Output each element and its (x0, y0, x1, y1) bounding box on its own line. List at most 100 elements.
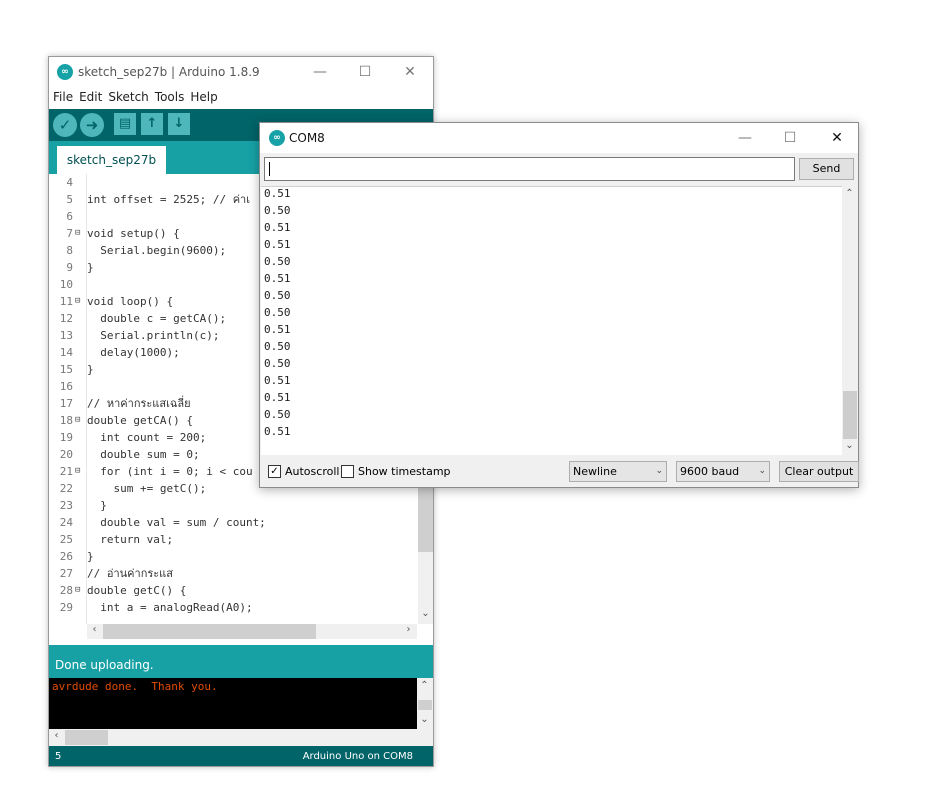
line-number: 7 (66, 227, 73, 240)
menu-sketch[interactable]: Sketch (104, 87, 150, 104)
line-number: 24 (59, 516, 73, 529)
line-number: 17 (59, 397, 73, 410)
serial-output[interactable]: 0.51 0.50 0.51 0.51 0.50 0.51 0.50 0.50 0.51 0.50… (261, 186, 842, 455)
output-scroll-thumb[interactable] (843, 391, 857, 439)
output-line: 0.50 (264, 204, 291, 217)
console-vertical-scrollbar[interactable]: ⌃ ⌄ (417, 678, 433, 729)
output-line: 0.50 (264, 357, 291, 370)
line-number: 12 (59, 312, 73, 325)
code-text: } (87, 499, 107, 512)
close-icon[interactable]: ✕ (822, 127, 852, 149)
line-number: 28 (59, 584, 73, 597)
verify-icon[interactable]: ✓ (53, 113, 77, 137)
status-message: Done uploading. (55, 658, 154, 672)
monitor-titlebar[interactable]: ∞ COM8 — ☐ ✕ (260, 123, 858, 153)
console-scroll-up-icon[interactable]: ⌃ (417, 680, 432, 691)
line-number: 5 (55, 751, 62, 762)
line-number: 8 (66, 244, 73, 257)
ide-bottom-bar: 5 Arduino Uno on COM8 (49, 746, 433, 766)
output-vertical-scrollbar[interactable]: ⌃ ⌄ (842, 186, 858, 455)
menu-tools[interactable]: Tools (151, 87, 187, 104)
line-number: 13 (59, 329, 73, 342)
output-line: 0.50 (264, 408, 291, 421)
code-line: 29 int a = analogRead(A0); (49, 599, 418, 616)
menu-help[interactable]: Help (186, 87, 219, 104)
baud-rate-select[interactable]: 9600 baud ⌄ (676, 461, 770, 482)
line-number: 10 (59, 278, 73, 291)
code-line: 25 return val; (49, 531, 418, 548)
fold-toggle-icon[interactable]: ⊟ (75, 463, 80, 480)
console-scroll-thumb[interactable] (418, 700, 432, 710)
arduino-logo-icon: ∞ (57, 64, 73, 80)
line-number: 6 (66, 210, 73, 223)
fold-toggle-icon[interactable]: ⊟ (75, 582, 80, 599)
serial-monitor-window: ∞ COM8 — ☐ ✕ Send 0.51 0.50 0.51 0.51 0.50 0.… (259, 122, 859, 488)
maximize-icon[interactable]: ☐ (350, 61, 380, 83)
arduino-logo-icon: ∞ (269, 130, 285, 146)
timestamp-label: Show timestamp (358, 465, 451, 478)
output-line: 0.51 (264, 272, 291, 285)
code-text: } (87, 261, 94, 274)
ide-titlebar[interactable]: ∞ sketch_sep27b | Arduino 1.8.9 — ☐ ✕ (49, 57, 433, 87)
code-text: double val = sum / count; (87, 516, 266, 529)
line-number: 25 (59, 533, 73, 546)
output-line: 0.51 (264, 187, 291, 200)
checkmark-icon: ✓ (270, 466, 279, 477)
maximize-icon[interactable]: ☐ (775, 127, 805, 149)
editor-hscroll-thumb[interactable] (103, 624, 316, 639)
minimize-icon[interactable]: — (305, 61, 335, 83)
clear-output-button[interactable]: Clear output (779, 461, 859, 482)
editor-horizontal-scrollbar[interactable]: ‹ › (87, 624, 417, 639)
menu-file[interactable]: File (49, 87, 75, 104)
line-number: 27 (59, 567, 73, 580)
line-ending-select[interactable]: Newline ⌄ (569, 461, 667, 482)
line-number: 14 (59, 346, 73, 359)
tab-sketch[interactable]: sketch_sep27b (57, 146, 166, 174)
output-line: 0.50 (264, 306, 291, 319)
new-sketch-icon[interactable]: ▤ (114, 113, 136, 135)
console-text: avrdude done. Thank you. (52, 680, 218, 693)
code-text: int offset = 2525; // ค่าเ (87, 193, 250, 206)
console-horizontal-scrollbar[interactable]: ‹ (49, 729, 433, 746)
console-hscroll-thumb[interactable] (65, 730, 108, 745)
baud-rate-value: 9600 baud (680, 465, 740, 478)
fold-toggle-icon[interactable]: ⊟ (75, 412, 80, 429)
minimize-icon[interactable]: — (730, 127, 760, 149)
autoscroll-checkbox[interactable]: ✓ (268, 465, 281, 478)
code-text: } (87, 550, 94, 563)
line-number: 16 (59, 380, 73, 393)
line-ending-value: Newline (573, 465, 617, 478)
code-text: double getCA() { (87, 414, 193, 427)
close-icon[interactable]: ✕ (395, 61, 425, 83)
scroll-up-icon[interactable]: ⌃ (842, 188, 857, 199)
upload-icon[interactable]: ➜ (80, 113, 104, 137)
menu-edit[interactable]: Edit (75, 87, 104, 104)
line-number: 26 (59, 550, 73, 563)
code-text: double c = getCA(); (87, 312, 227, 325)
line-number: 29 (59, 601, 73, 614)
scroll-down-icon[interactable]: ⌄ (418, 608, 433, 619)
open-sketch-icon[interactable]: ↑ (141, 113, 163, 135)
code-text: return val; (87, 533, 174, 546)
scroll-right-icon[interactable]: › (401, 624, 416, 635)
fold-toggle-icon[interactable]: ⊟ (75, 225, 80, 242)
line-number: 11 (59, 295, 73, 308)
timestamp-checkbox[interactable] (341, 465, 354, 478)
line-number: 20 (59, 448, 73, 461)
code-text: delay(1000); (87, 346, 180, 359)
scroll-left-icon[interactable]: ‹ (87, 624, 102, 635)
output-line: 0.51 (264, 391, 291, 404)
console-output[interactable]: avrdude done. Thank you. (49, 678, 417, 729)
scroll-down-icon[interactable]: ⌄ (842, 440, 857, 451)
line-number: 9 (66, 261, 73, 274)
send-button[interactable]: Send (799, 158, 854, 180)
save-sketch-icon[interactable]: ↓ (168, 113, 190, 135)
code-text: void loop() { (87, 295, 174, 308)
console-scroll-left-icon[interactable]: ‹ (49, 730, 64, 741)
monitor-bottom-bar: ✓ Autoscroll Show timestamp Newline ⌄ 96… (260, 456, 859, 487)
output-line: 0.50 (264, 255, 291, 268)
console-scroll-down-icon[interactable]: ⌄ (417, 714, 432, 725)
serial-send-input[interactable] (264, 157, 795, 181)
output-line: 0.50 (264, 289, 291, 302)
fold-toggle-icon[interactable]: ⊟ (75, 293, 80, 310)
